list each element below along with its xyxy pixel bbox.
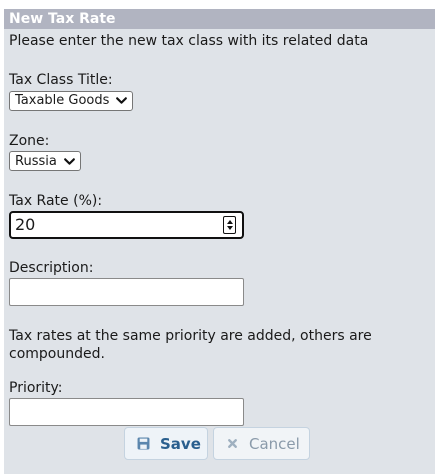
spinner-up-icon[interactable] <box>226 220 233 224</box>
tax-class-label: Tax Class Title: <box>9 72 113 88</box>
cancel-button[interactable]: Cancel <box>213 427 310 460</box>
description-label: Description: <box>9 260 94 276</box>
zone-label: Zone: <box>9 132 50 149</box>
form-body: Please enter the new tax class with its … <box>4 32 435 426</box>
chevron-down-icon <box>63 157 75 165</box>
zone-selected-value: Russia <box>15 153 57 169</box>
tax-rate-group: Tax Rate (%): 20 <box>9 192 430 239</box>
cancel-button-label: Cancel <box>249 434 300 453</box>
priority-note: Tax rates at the same priority are added… <box>9 328 372 362</box>
tax-class-selected-value: Taxable Goods <box>15 93 110 108</box>
tax-rate-input[interactable]: 20 <box>9 211 244 239</box>
save-button-label: Save <box>160 434 201 453</box>
chevron-down-icon <box>116 97 128 104</box>
number-spinner-icon[interactable] <box>223 216 236 234</box>
priority-label: Priority: <box>9 380 63 396</box>
description-group: Description: <box>9 259 430 306</box>
priority-input[interactable] <box>9 398 244 426</box>
form-actions: Save Cancel <box>124 427 310 460</box>
tax-rate-value: 20 <box>15 215 36 234</box>
intro-text: Please enter the new tax class with its … <box>9 33 369 49</box>
spinner-down-icon[interactable] <box>226 226 233 230</box>
tax-class-select[interactable]: Taxable Goods <box>9 90 134 111</box>
tax-rate-label: Tax Rate (%): <box>9 193 103 209</box>
save-icon <box>137 437 150 450</box>
save-button[interactable]: Save <box>124 427 208 460</box>
priority-group: Priority: <box>9 379 430 426</box>
zone-select[interactable]: Russia <box>9 151 81 171</box>
close-icon <box>228 439 237 448</box>
description-input[interactable] <box>9 278 244 306</box>
panel-title: New Tax Rate <box>4 9 435 29</box>
zone-group: Zone: Russia <box>9 132 430 171</box>
tax-class-group: Tax Class Title: Taxable Goods <box>9 71 430 111</box>
new-tax-rate-panel: New Tax Rate Please enter the new tax cl… <box>4 9 435 474</box>
